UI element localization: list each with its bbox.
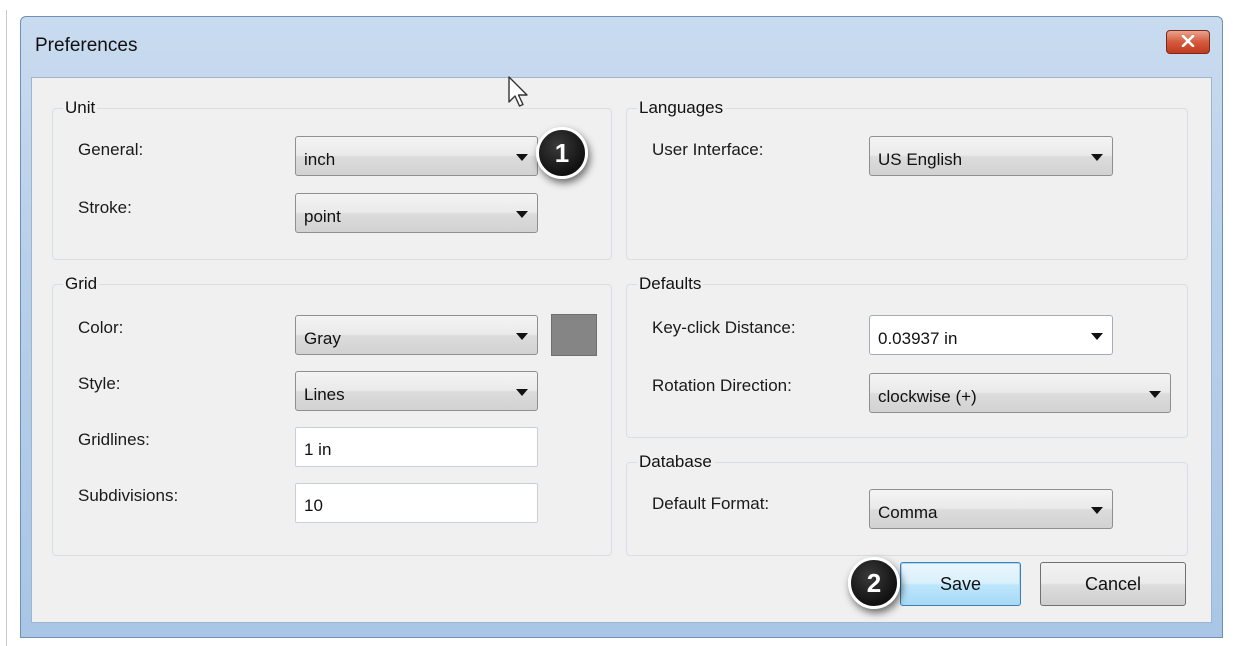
rotation-direction-label: Rotation Direction: bbox=[652, 376, 792, 395]
database-legend: Database bbox=[639, 452, 712, 471]
unit-group: Unit bbox=[52, 98, 612, 260]
callout-badge-1: 1 bbox=[536, 127, 588, 179]
general-label: General: bbox=[78, 140, 144, 159]
rotation-direction-value: clockwise (+) bbox=[878, 387, 977, 406]
cancel-button[interactable]: Cancel bbox=[1040, 562, 1186, 606]
mouse-pointer-icon bbox=[508, 76, 532, 117]
window-title: Preferences bbox=[35, 35, 138, 56]
unit-legend: Unit bbox=[65, 98, 96, 117]
user-interface-label: User Interface: bbox=[652, 140, 764, 159]
chevron-down-icon bbox=[1091, 333, 1103, 340]
chevron-down-icon bbox=[516, 211, 528, 218]
general-unit-select[interactable]: inch bbox=[295, 136, 538, 176]
default-format-value: Comma bbox=[878, 503, 938, 522]
chevron-down-icon bbox=[1091, 154, 1103, 161]
preferences-dialog: Preferences Unit General: inch Stroke: p… bbox=[20, 16, 1223, 638]
grid-color-select[interactable]: Gray bbox=[295, 315, 538, 355]
general-unit-value: inch bbox=[304, 150, 336, 169]
subdivisions-value: 10 bbox=[304, 496, 323, 515]
callout-badge-2: 2 bbox=[848, 557, 900, 609]
languages-group: Languages bbox=[626, 98, 1188, 260]
chevron-down-icon bbox=[516, 154, 528, 161]
user-interface-language-select[interactable]: US English bbox=[869, 136, 1113, 176]
key-click-distance-value: 0.03937 in bbox=[878, 329, 958, 348]
key-click-distance-label: Key-click Distance: bbox=[652, 318, 796, 337]
title-bar[interactable]: Preferences bbox=[21, 17, 1222, 75]
user-interface-language-value: US English bbox=[878, 150, 963, 169]
defaults-group: Defaults bbox=[626, 274, 1188, 438]
stroke-unit-select[interactable]: point bbox=[295, 193, 538, 233]
chevron-down-icon bbox=[516, 333, 528, 340]
grid-color-label: Color: bbox=[78, 318, 124, 337]
save-button[interactable]: Save bbox=[900, 562, 1021, 606]
grid-style-label: Style: bbox=[78, 374, 121, 393]
grid-color-value: Gray bbox=[304, 329, 341, 348]
grid-style-value: Lines bbox=[304, 385, 345, 404]
chevron-down-icon bbox=[1149, 391, 1161, 398]
close-x-icon bbox=[1181, 32, 1195, 52]
dialog-body: Unit General: inch Stroke: point Languag… bbox=[31, 77, 1212, 623]
chevron-down-icon bbox=[516, 389, 528, 396]
gridlines-value: 1 in bbox=[304, 440, 332, 459]
stroke-unit-value: point bbox=[304, 207, 341, 226]
chevron-down-icon bbox=[1091, 507, 1103, 514]
stroke-label: Stroke: bbox=[78, 198, 132, 217]
defaults-legend: Defaults bbox=[639, 274, 702, 293]
default-format-label: Default Format: bbox=[652, 494, 770, 513]
languages-legend: Languages bbox=[639, 98, 724, 117]
grid-style-select[interactable]: Lines bbox=[295, 371, 538, 411]
rotation-direction-select[interactable]: clockwise (+) bbox=[869, 373, 1171, 413]
default-format-select[interactable]: Comma bbox=[869, 489, 1113, 529]
gridlines-input[interactable]: 1 in bbox=[295, 427, 538, 467]
subdivisions-label: Subdivisions: bbox=[78, 486, 179, 505]
gridlines-label: Gridlines: bbox=[78, 430, 150, 449]
grid-color-swatch[interactable] bbox=[551, 314, 597, 356]
close-button[interactable] bbox=[1166, 30, 1210, 54]
key-click-distance-combo[interactable]: 0.03937 in bbox=[869, 315, 1113, 355]
subdivisions-input[interactable]: 10 bbox=[295, 483, 538, 523]
grid-legend: Grid bbox=[65, 274, 98, 293]
page-edge bbox=[6, 10, 7, 646]
